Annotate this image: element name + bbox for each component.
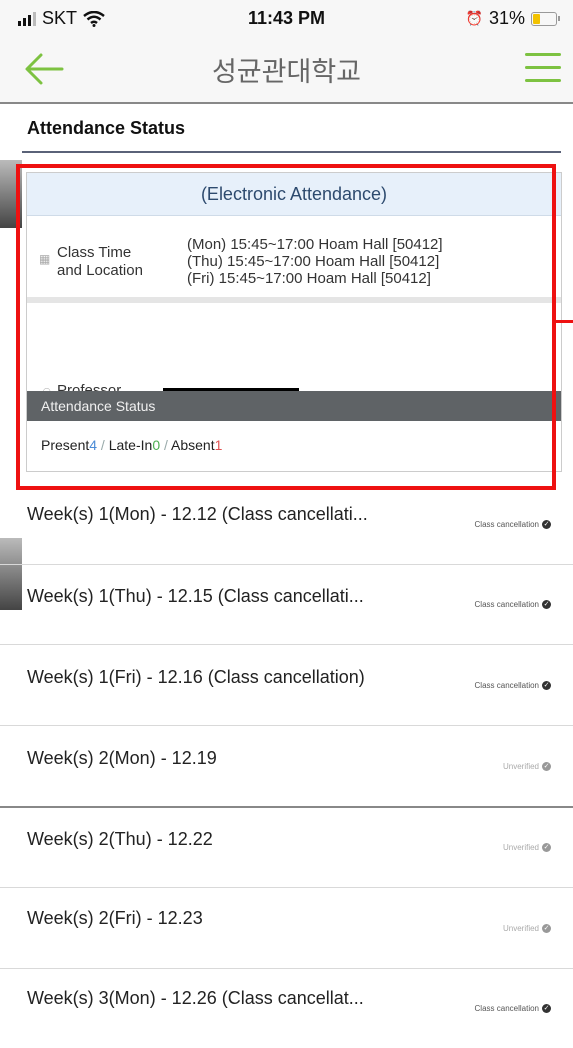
- week-title: Week(s) 1(Fri) - 12.16 (Class cancellati…: [27, 667, 365, 687]
- week-title: Week(s) 3(Mon) - 12.26 (Class cancellat.…: [27, 988, 364, 1008]
- week-status: Class cancellation ✓: [475, 520, 551, 529]
- check-icon: ✓: [542, 924, 551, 933]
- week-status: Class cancellation ✓: [475, 600, 551, 609]
- week-status-label: Unverified: [502, 843, 539, 852]
- battery-percent: 31%: [488, 8, 525, 28]
- week-title: Week(s) 1(Mon) - 12.12 (Class cancellati…: [27, 504, 368, 524]
- alarm-icon: ⏰: [465, 10, 483, 26]
- week-status-label: Class cancellation: [474, 520, 539, 529]
- week-title: Week(s) 2(Fri) - 12.23: [27, 908, 203, 928]
- divider: [22, 151, 561, 153]
- check-icon: ✓: [542, 762, 551, 771]
- highlight-pointer: [556, 320, 573, 323]
- week-title: Week(s) 2(Mon) - 12.19: [27, 748, 217, 768]
- week-status: Class cancellation ✓: [475, 681, 551, 690]
- section-title: Attendance Status: [27, 118, 186, 138]
- week-item[interactable]: Week(s) 1(Thu) - 12.15 (Class cancellati…: [0, 564, 573, 645]
- week-status-label: Class cancellation: [474, 600, 539, 609]
- week-item[interactable]: Week(s) 1(Fri) - 12.16 (Class cancellati…: [0, 645, 573, 726]
- hamburger-menu-icon[interactable]: [525, 53, 561, 83]
- week-item[interactable]: Week(s) 2(Mon) - 12.19 Unverified ✓: [0, 726, 573, 808]
- week-item[interactable]: Week(s) 1(Mon) - 12.12 (Class cancellati…: [0, 484, 573, 565]
- check-icon: ✓: [542, 520, 551, 529]
- status-bar: SKT 11:43 PM ⏰ 31%: [0, 0, 573, 36]
- week-status: Unverified ✓: [503, 924, 551, 933]
- week-status-label: Class cancellation: [474, 1004, 539, 1013]
- check-icon: ✓: [542, 681, 551, 690]
- check-icon: ✓: [542, 600, 551, 609]
- week-status: Class cancellation ✓: [475, 1004, 551, 1013]
- week-status-label: Class cancellation: [474, 681, 539, 690]
- week-title: Week(s) 2(Thu) - 12.22: [27, 829, 213, 849]
- week-status-label: Unverified: [502, 762, 539, 771]
- week-item[interactable]: Week(s) 2(Fri) - 12.23 Unverified ✓: [0, 888, 573, 969]
- week-status: Unverified ✓: [503, 843, 551, 852]
- week-item[interactable]: Week(s) 3(Mon) - 12.26 (Class cancellat.…: [0, 968, 573, 1048]
- page-title: 성균관대학교: [211, 57, 362, 88]
- week-title: Week(s) 1(Thu) - 12.15 (Class cancellati…: [27, 586, 364, 606]
- week-item[interactable]: Week(s) 2(Thu) - 12.22 Unverified ✓: [0, 807, 573, 888]
- battery-icon: [531, 11, 560, 26]
- check-icon: ✓: [542, 1004, 551, 1013]
- nav-bar: 성균관대학교: [0, 36, 573, 104]
- week-status: Unverified ✓: [503, 762, 551, 771]
- check-icon: ✓: [542, 843, 551, 852]
- week-status-label: Unverified: [502, 924, 539, 933]
- highlight-frame: [16, 164, 556, 490]
